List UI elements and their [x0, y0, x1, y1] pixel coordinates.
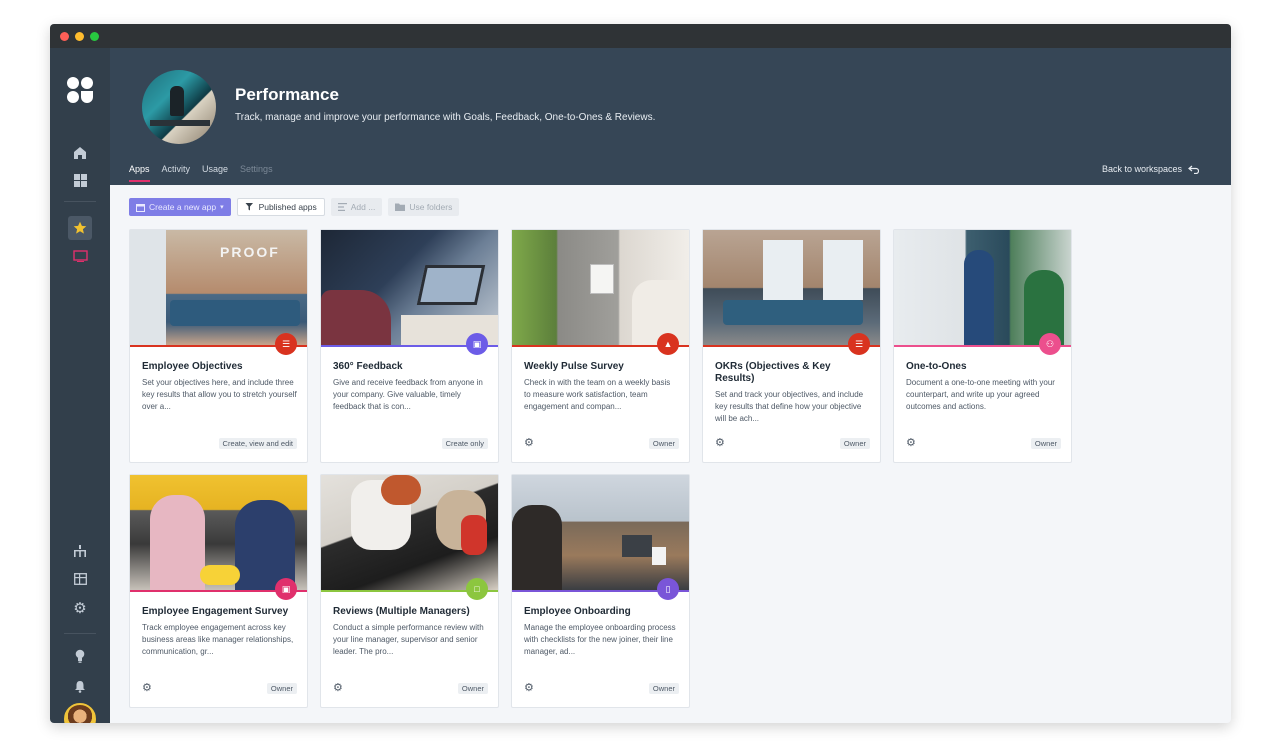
app-card-employee-objectives[interactable]: PROOF ☰ Employee Objectives Set your obj…: [129, 229, 308, 463]
lines-icon: [337, 203, 347, 211]
workspace-image: [142, 70, 216, 144]
calendar-icon: [136, 203, 145, 212]
gear-icon[interactable]: ⚙: [142, 681, 152, 694]
back-label: Back to workspaces: [1101, 164, 1182, 174]
gear-icon[interactable]: ⚙: [524, 436, 534, 449]
card-image: [321, 475, 498, 590]
gear-icon[interactable]: ⚙: [715, 436, 725, 449]
sidebar-divider: [64, 201, 96, 202]
create-app-label: Create a new app: [149, 202, 217, 212]
back-to-workspaces-link[interactable]: Back to workspaces: [1102, 164, 1199, 174]
card-description: Conduct a simple performance review with…: [333, 623, 484, 656]
screen-icon[interactable]: [68, 244, 92, 268]
card-title: OKRs (Objectives & Key Results): [715, 361, 831, 384]
comment-icon: □: [466, 578, 488, 600]
tab-activity[interactable]: Activity: [162, 164, 191, 182]
card-permission-tag: Create, view and edit: [218, 438, 297, 449]
card-description: Set and track your objectives, and inclu…: [715, 390, 864, 423]
tab-apps[interactable]: Apps: [129, 164, 150, 182]
app-card-okrs[interactable]: ☰ OKRs (Objectives & Key Results) Set an…: [702, 229, 881, 463]
tab-settings[interactable]: Settings: [240, 164, 273, 182]
card-image: [321, 230, 498, 345]
card-title: 360° Feedback: [333, 361, 403, 372]
create-app-button[interactable]: Create a new app ▾: [129, 198, 231, 216]
image-icon: ▣: [275, 578, 297, 600]
card-title: Employee Engagement Survey: [142, 606, 289, 617]
card-description: Give and receive feedback from anyone in…: [333, 378, 483, 411]
page-title: Performance: [235, 85, 339, 104]
avatar[interactable]: [64, 703, 96, 723]
card-image: [512, 475, 689, 590]
tab-bar: Apps Activity Usage Settings: [129, 164, 273, 182]
card-image: PROOF: [130, 230, 307, 345]
card-description: Document a one-to-one meeting with your …: [906, 378, 1055, 411]
card-permission-tag: Owner: [266, 683, 297, 694]
lightbulb-icon[interactable]: [68, 644, 92, 668]
app-card-reviews-multiple-managers[interactable]: □ Reviews (Multiple Managers) Conduct a …: [320, 474, 499, 708]
app-window: ⚙ Performance Track, manage and improve …: [50, 24, 1231, 723]
card-permission-tag: Owner: [457, 683, 488, 694]
card-title: Reviews (Multiple Managers): [333, 606, 470, 617]
filter-icon: [245, 203, 253, 211]
presentation-icon: ▣: [466, 333, 488, 355]
gear-icon[interactable]: ⚙: [68, 596, 92, 620]
sidebar-divider: [64, 633, 96, 634]
card-title: One-to-Ones: [906, 361, 967, 372]
gear-icon[interactable]: ⚙: [906, 436, 916, 449]
org-chart-icon[interactable]: [68, 539, 92, 563]
card-image: [894, 230, 1071, 345]
gear-icon[interactable]: ⚙: [333, 681, 343, 694]
card-description: Track employee engagement across key bus…: [142, 623, 294, 656]
card-permission-tag: Create only: [441, 438, 488, 449]
maximize-window-button[interactable]: [90, 32, 99, 41]
app-card-employee-onboarding[interactable]: ▯ Employee Onboarding Manage the employe…: [511, 474, 690, 708]
add-button[interactable]: Add ...: [330, 198, 383, 216]
list-icon: ☰: [275, 333, 297, 355]
app-card-weekly-pulse-survey[interactable]: ▲ Weekly Pulse Survey Check in with the …: [511, 229, 690, 463]
star-icon[interactable]: [68, 216, 92, 240]
published-apps-label: Published apps: [258, 202, 317, 212]
trash-icon: ▯: [657, 578, 679, 600]
close-window-button[interactable]: [60, 32, 69, 41]
card-permission-tag: Owner: [839, 438, 870, 449]
folder-icon: [395, 203, 406, 211]
app-card-one-to-ones[interactable]: ⚇ One-to-Ones Document a one-to-one meet…: [893, 229, 1072, 463]
card-permission-tag: Owner: [1030, 438, 1061, 449]
card-description: Check in with the team on a weekly basis…: [524, 378, 671, 411]
card-permission-tag: Owner: [648, 683, 679, 694]
home-icon[interactable]: [68, 141, 92, 165]
use-folders-button[interactable]: Use folders: [388, 198, 460, 216]
page-subtitle: Track, manage and improve your performan…: [235, 112, 656, 123]
app-card-360-feedback[interactable]: ▣ 360° Feedback Give and receive feedbac…: [320, 229, 499, 463]
sidebar: ⚙: [50, 48, 110, 723]
card-title: Employee Objectives: [142, 361, 243, 372]
chat-icon: ⚇: [1039, 333, 1061, 355]
card-image: [130, 475, 307, 590]
published-apps-button[interactable]: Published apps: [236, 198, 325, 216]
list-icon: ☰: [848, 333, 870, 355]
card-description: Manage the employee onboarding process w…: [524, 623, 676, 656]
bell-icon[interactable]: [68, 674, 92, 698]
tab-usage[interactable]: Usage: [202, 164, 228, 182]
use-folders-label: Use folders: [409, 202, 453, 212]
title-bar: [50, 24, 1231, 48]
card-image: [703, 230, 880, 345]
grid-icon[interactable]: [68, 168, 92, 192]
card-image: [512, 230, 689, 345]
chevron-down-icon: ▾: [220, 204, 224, 211]
card-description: Set your objectives here, and include th…: [142, 378, 297, 411]
logo-icon[interactable]: [66, 76, 94, 104]
bell-icon: ▲: [657, 333, 679, 355]
card-permission-tag: Owner: [648, 438, 679, 449]
return-icon: [1188, 165, 1199, 174]
table-icon[interactable]: [68, 567, 92, 591]
card-title: Weekly Pulse Survey: [524, 361, 624, 372]
toolbar: Create a new app ▾ Published apps Add ..…: [129, 198, 460, 216]
app-card-employee-engagement-survey[interactable]: ▣ Employee Engagement Survey Track emplo…: [129, 474, 308, 708]
workspace-header: Performance Track, manage and improve yo…: [110, 48, 1231, 185]
add-label: Add ...: [350, 202, 376, 212]
card-title: Employee Onboarding: [524, 606, 631, 617]
minimize-window-button[interactable]: [75, 32, 84, 41]
gear-icon[interactable]: ⚙: [524, 681, 534, 694]
